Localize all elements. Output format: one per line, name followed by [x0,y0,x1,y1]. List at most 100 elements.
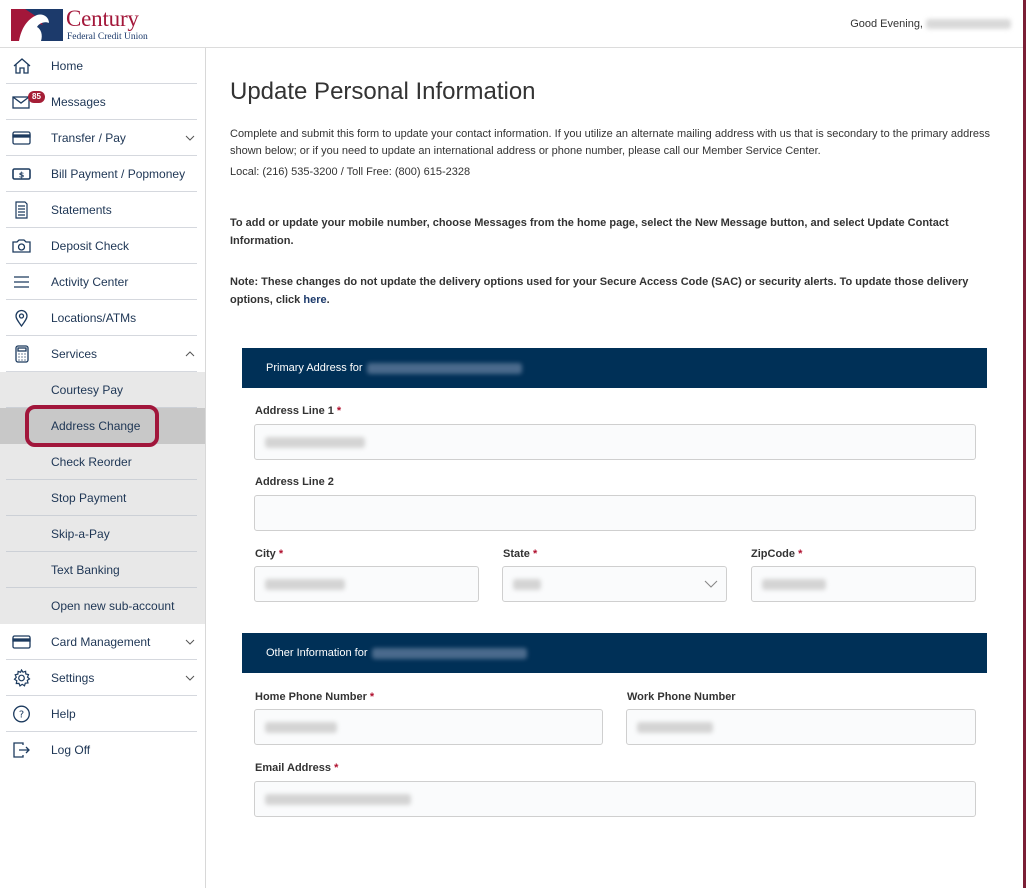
sidebar-item-locations[interactable]: Locations/ATMs [0,300,205,336]
sidebar-item-transfer-pay[interactable]: Transfer / Pay [0,120,205,156]
sidebar-item-card-management[interactable]: Card Management [0,624,205,660]
logout-icon [12,741,32,759]
eagle-logo-icon [11,9,63,41]
chevron-down-icon[interactable] [185,637,195,647]
sidebar-item-label: Home [51,59,84,73]
work-phone-label: Work Phone Number [627,691,736,703]
submenu-item-address-change[interactable]: Address Change [0,405,205,447]
chevron-down-icon [704,580,718,588]
messages-count-badge: 85 [28,91,45,103]
sidebar-item-statements[interactable]: Statements [0,192,205,228]
sidebar-item-label: Log Off [51,743,91,757]
email-input[interactable] [254,781,976,817]
required-marker: * [532,548,538,560]
required-marker: * [278,548,284,560]
member-service-phones: Local: (216) 535-3200 / Toll Free: (800)… [230,166,471,178]
input-value-redacted [265,579,345,590]
sidebar-item-label: Activity Center [51,275,129,289]
label-text: State [503,548,530,560]
svg-text:$: $ [19,170,25,179]
sidebar-item-services[interactable]: Services [0,336,205,372]
chevron-down-icon[interactable] [185,673,195,683]
sac-note-suffix: . [326,294,330,306]
sidebar-item-label: Messages [51,95,106,109]
label-text: Address Line 1 [255,405,334,417]
sidebar-item-label: Statements [51,203,112,217]
required-marker: * [334,762,339,774]
label-text: City [255,548,276,560]
logo[interactable]: Century Federal Credit Union [11,6,151,44]
member-name-redacted [366,362,522,374]
sidebar-item-log-off[interactable]: Log Off [0,732,205,768]
sidebar-item-label: Bill Payment / Popmoney [51,167,186,181]
sidebar-item-activity-center[interactable]: Activity Center [0,264,205,300]
sidebar-item-label: Locations/ATMs [51,311,137,325]
work-phone-input[interactable] [626,709,976,745]
submenu-item-open-sub-account[interactable]: Open new sub-account [0,588,205,624]
member-name-redacted [371,647,527,659]
logo-name: Century [66,6,139,31]
submenu-item-courtesy-pay[interactable]: Courtesy Pay [0,372,205,408]
submenu-item-check-reorder[interactable]: Check Reorder [0,444,205,480]
primary-address-header: Primary Address for [242,348,987,388]
delivery-options-link[interactable]: here [303,294,326,306]
input-value-redacted [265,722,337,733]
label-text: ZipCode [751,548,795,560]
city-input[interactable] [254,566,479,602]
state-label: State * [503,548,537,560]
mobile-number-note: To add or update your mobile number, cho… [230,217,949,247]
intro-text: Complete and submit this form to update … [230,128,990,157]
submenu-item-skip-a-pay[interactable]: Skip-a-Pay [0,516,205,552]
input-value-redacted [265,437,365,448]
submenu-item-stop-payment[interactable]: Stop Payment [0,480,205,516]
home-phone-input[interactable] [254,709,603,745]
submenu-item-label: Address Change [51,419,141,433]
submenu-item-label: Courtesy Pay [51,383,124,397]
chevron-up-icon[interactable] [185,349,195,359]
address-line-2-label: Address Line 2 [255,476,334,488]
submenu-item-label: Stop Payment [51,491,127,505]
chevron-down-icon[interactable] [185,133,195,143]
main-content: Update Personal Information Complete and… [207,49,1023,888]
sidebar-item-label: Card Management [51,635,151,649]
submenu-item-label: Check Reorder [51,455,132,469]
document-icon [12,201,32,219]
zipcode-input[interactable] [751,566,976,602]
section-title: Primary Address for [266,362,363,374]
home-icon [12,57,32,75]
select-value-redacted [513,579,541,590]
sidebar-item-label: Transfer / Pay [51,131,126,145]
sac-note: Note: These changes do not update the de… [230,273,1000,309]
sidebar: Home Messages Transfer / Pay $ Bill Paym… [0,48,206,888]
sidebar-item-help[interactable]: ? Help [0,696,205,732]
submenu-item-label: Open new sub-account [51,599,175,613]
sidebar-item-bill-payment[interactable]: $ Bill Payment / Popmoney [0,156,205,192]
logo-subtitle: Federal Credit Union [67,32,148,42]
menu-lines-icon [12,273,32,291]
services-submenu: Courtesy Pay Address Change Check Reorde… [0,372,205,624]
user-name-redacted [926,19,1011,29]
submenu-item-label: Text Banking [51,563,120,577]
sidebar-item-home[interactable]: Home [0,48,205,84]
calculator-icon [12,345,32,363]
sidebar-item-label: Settings [51,671,95,685]
zipcode-label: ZipCode * [751,548,802,560]
sidebar-item-deposit-check[interactable]: Deposit Check [0,228,205,264]
address-line-2-input[interactable] [254,495,976,531]
sidebar-item-settings[interactable]: Settings [0,660,205,696]
submenu-item-label: Skip-a-Pay [51,527,110,541]
top-header: Century Federal Credit Union Good Evenin… [0,0,1023,48]
email-label: Email Address * [255,762,338,774]
page-title: Update Personal Information [230,78,536,105]
sidebar-item-label: Deposit Check [51,239,130,253]
address-line-1-input[interactable] [254,424,976,460]
label-text: Address Line 2 [255,476,334,488]
required-marker: * [336,405,342,417]
state-select[interactable] [502,566,727,602]
sac-note-text: Note: These changes do not update the de… [230,276,969,306]
camera-icon [12,237,32,255]
credit-card-icon [12,129,32,147]
submenu-item-text-banking[interactable]: Text Banking [0,552,205,588]
svg-text:?: ? [19,710,24,721]
greeting-text: Good Evening, [850,18,923,30]
